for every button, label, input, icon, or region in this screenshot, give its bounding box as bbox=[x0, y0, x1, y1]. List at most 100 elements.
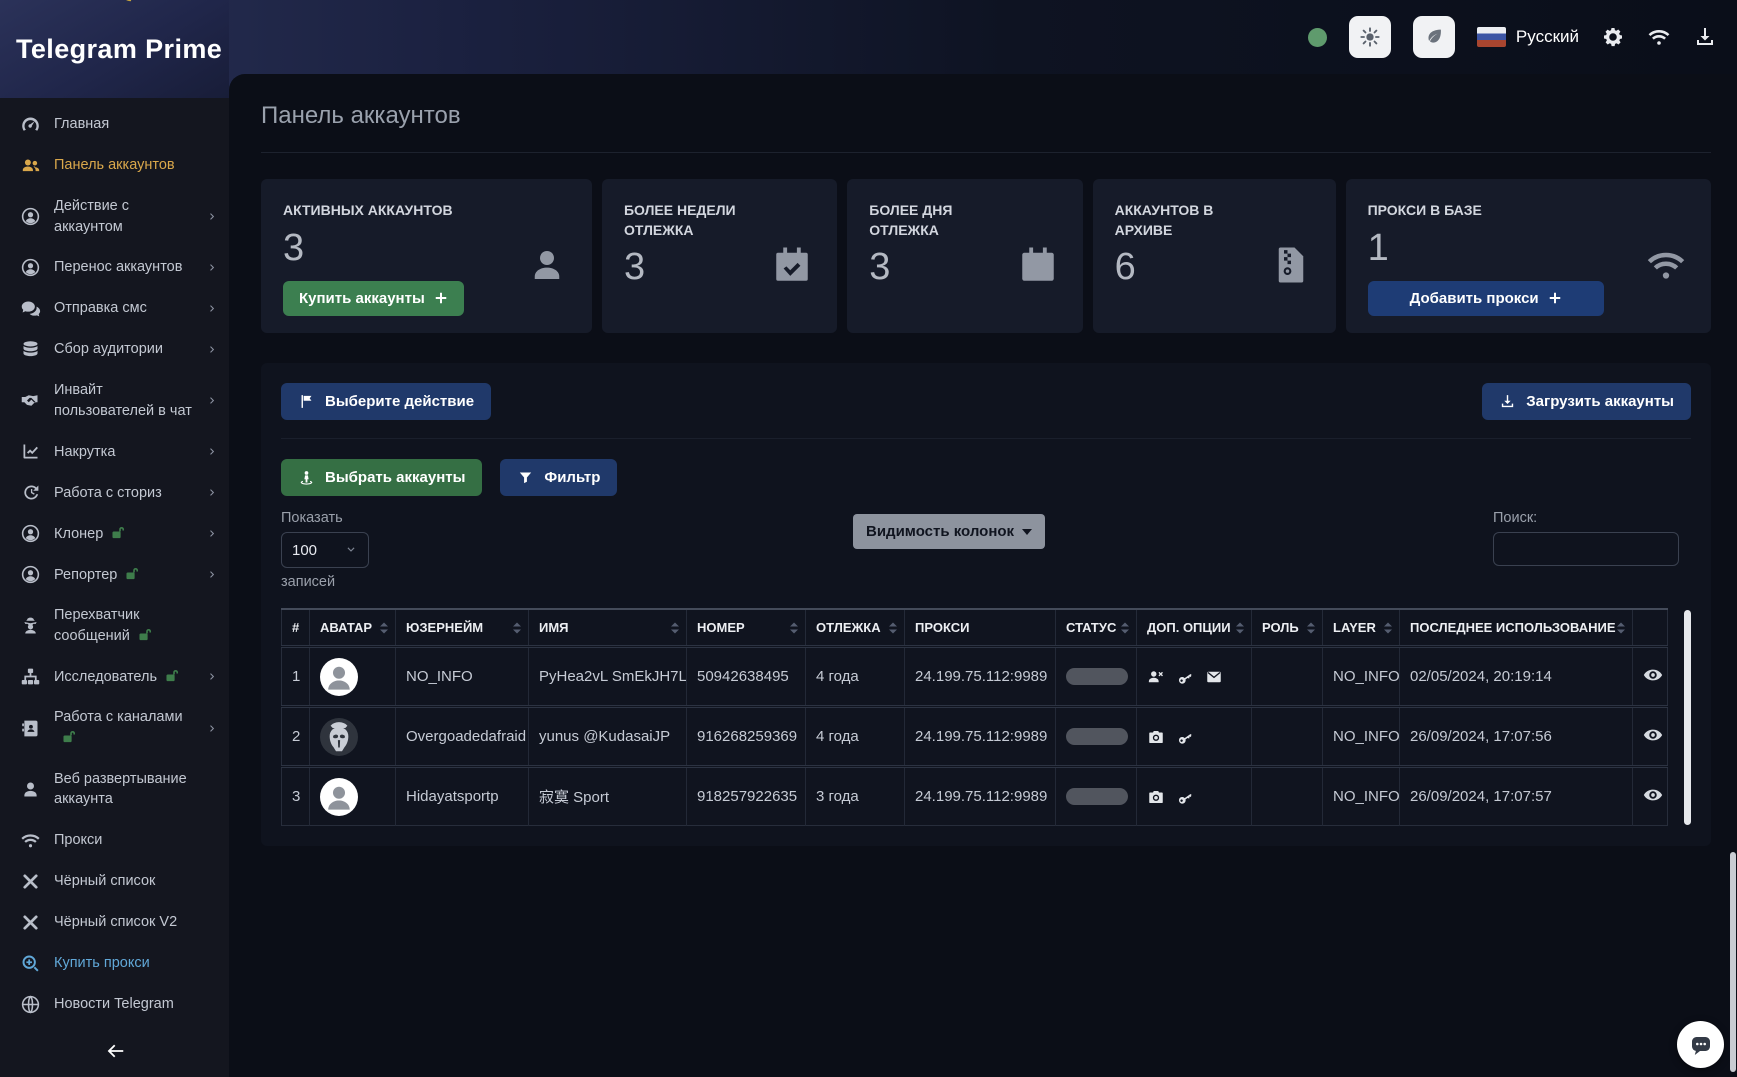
app-logo[interactable]: Telegram Prime bbox=[0, 0, 229, 98]
sidebar-item[interactable]: Инвайт пользователей в чат bbox=[0, 370, 229, 431]
caret-down-icon bbox=[1022, 529, 1032, 535]
sidebar-item[interactable]: Панель аккаунтов bbox=[0, 145, 229, 186]
unlock-icon bbox=[137, 626, 154, 643]
view-account-button[interactable] bbox=[1643, 785, 1663, 805]
user-x-icon[interactable] bbox=[1147, 668, 1165, 686]
key-icon[interactable] bbox=[1176, 788, 1194, 806]
key-icon[interactable] bbox=[1176, 668, 1194, 686]
language-selector[interactable]: Русский bbox=[1477, 27, 1579, 47]
sidebar-item[interactable]: Главная bbox=[0, 104, 229, 145]
status-pill bbox=[1066, 788, 1128, 805]
key-icon[interactable] bbox=[1176, 728, 1194, 746]
settings-gear-icon[interactable] bbox=[1601, 25, 1625, 49]
camera-icon[interactable] bbox=[1147, 728, 1165, 746]
add-proxy-button[interactable]: Добавить прокси bbox=[1368, 281, 1604, 316]
sidebar-item-label: Действие с аккаунтом bbox=[54, 196, 193, 237]
sidebar-item[interactable]: Отправка смс bbox=[0, 288, 229, 329]
status-pill bbox=[1066, 728, 1128, 745]
chevron-right-icon bbox=[206, 261, 219, 274]
page-size-select[interactable]: 100 bbox=[281, 532, 369, 568]
column-header[interactable]: НОМЕР bbox=[687, 609, 806, 647]
calendar-icon bbox=[1017, 244, 1059, 286]
wifi-icon bbox=[20, 830, 41, 851]
unlock-icon bbox=[164, 667, 181, 684]
sidebar-item[interactable]: Перенос аккаунтов bbox=[0, 247, 229, 288]
sort-carets-icon bbox=[889, 622, 897, 633]
sidebar-item[interactable]: Прокси bbox=[0, 820, 229, 861]
file-archive-icon bbox=[1270, 244, 1312, 286]
sidebar-item[interactable]: Чёрный список V2 bbox=[0, 902, 229, 943]
brand-leaf-icon bbox=[96, 0, 144, 12]
column-header[interactable]: ЮЗЕРНЕЙМ bbox=[396, 609, 529, 647]
column-header[interactable]: LAYER bbox=[1323, 609, 1400, 647]
sidebar-item[interactable]: Действие с аккаунтом bbox=[0, 186, 229, 247]
column-header[interactable]: РОЛЬ bbox=[1252, 609, 1323, 647]
sidebar-item-label: Чёрный список V2 bbox=[54, 912, 219, 933]
column-header[interactable]: АВАТАР bbox=[310, 609, 396, 647]
view-account-button[interactable] bbox=[1643, 725, 1663, 745]
user-secret-icon bbox=[20, 615, 41, 636]
stat-card: БОЛЕЕ НЕДЕЛИ ОТЛЕЖКА3 bbox=[602, 179, 837, 333]
table-row: 3Hidayatsportp寂寞 Sport9182579226353 года… bbox=[282, 767, 1668, 826]
unlock-icon bbox=[61, 728, 78, 745]
download-tray-icon bbox=[1499, 393, 1516, 410]
table-row: 1NO_INFOPyHea2vL SmEkJH7L509426384954 го… bbox=[282, 647, 1668, 707]
column-header[interactable]: ИМЯ bbox=[529, 609, 687, 647]
sidebar-item[interactable]: Накрутка bbox=[0, 431, 229, 472]
flag-icon bbox=[298, 393, 315, 410]
sidebar-item[interactable]: Перехватчик сообщений bbox=[0, 595, 229, 656]
column-header[interactable]: ПОСЛЕДНЕЕ ИСПОЛЬЗОВАНИЕ bbox=[1400, 609, 1633, 647]
column-header[interactable]: СТАТУС bbox=[1056, 609, 1137, 647]
download-icon[interactable] bbox=[1693, 25, 1717, 49]
upload-accounts-button[interactable]: Загрузить аккаунты bbox=[1482, 383, 1691, 420]
buy-accounts-button[interactable]: Купить аккаунты bbox=[283, 281, 464, 316]
column-header[interactable]: ДОП. ОПЦИИ bbox=[1137, 609, 1252, 647]
card-button-label: Добавить прокси bbox=[1410, 290, 1539, 307]
filter-button[interactable]: Фильтр bbox=[500, 459, 617, 496]
cell-avatar bbox=[310, 647, 396, 707]
column-header[interactable]: ОТЛЕЖКА bbox=[806, 609, 905, 647]
page-scrollbar-thumb[interactable] bbox=[1730, 852, 1736, 1072]
view-account-button[interactable] bbox=[1643, 665, 1663, 685]
sidebar-item[interactable]: Работа с каналами bbox=[0, 697, 229, 758]
proxy-wifi-icon[interactable] bbox=[1647, 25, 1671, 49]
light-theme-button[interactable] bbox=[1349, 16, 1391, 58]
sidebar-item[interactable]: Новости Telegram bbox=[0, 984, 229, 1025]
sidebar-item[interactable]: Исследователь bbox=[0, 656, 229, 697]
search-input[interactable] bbox=[1493, 532, 1679, 566]
sidebar-item-label: Клонер bbox=[54, 524, 193, 545]
cell-options bbox=[1137, 767, 1252, 826]
sidebar-item[interactable]: Сбор аудитории bbox=[0, 329, 229, 370]
sidebar-item[interactable]: Клонер bbox=[0, 513, 229, 554]
user-icon bbox=[526, 244, 568, 286]
main-content: Панель аккаунтов АКТИВНЫХ АККАУНТОВ3Купи… bbox=[229, 74, 1737, 1077]
chevron-right-icon bbox=[206, 568, 219, 581]
sidebar-item[interactable]: Чёрный список bbox=[0, 861, 229, 902]
sidebar-item[interactable]: Репортер bbox=[0, 554, 229, 595]
comments-icon bbox=[20, 298, 41, 319]
sidebar-item[interactable]: Веб развертывание аккаунта bbox=[0, 759, 229, 820]
options-icons bbox=[1147, 668, 1241, 686]
address-book-icon bbox=[20, 718, 41, 739]
camera-icon[interactable] bbox=[1147, 788, 1165, 806]
sidebar-item-label: Новости Telegram bbox=[54, 994, 219, 1015]
select-action-button[interactable]: Выберите действие bbox=[281, 383, 491, 420]
support-chat-button[interactable] bbox=[1677, 1021, 1724, 1068]
cell-avatar bbox=[310, 767, 396, 826]
sidebar-item[interactable]: Купить прокси bbox=[0, 943, 229, 984]
choose-accounts-button[interactable]: Выбрать аккаунты bbox=[281, 459, 482, 496]
table-body: 1NO_INFOPyHea2vL SmEkJH7L509426384954 го… bbox=[282, 647, 1668, 826]
cell-username: Overgoadedafraid bbox=[396, 707, 529, 767]
eco-theme-button[interactable] bbox=[1413, 16, 1455, 58]
database-icon bbox=[20, 339, 41, 360]
cell-proxy: 24.199.75.112:9989 bbox=[905, 647, 1056, 707]
page-size-value: 100 bbox=[292, 542, 317, 559]
leaf-icon bbox=[1423, 26, 1445, 48]
cell-role bbox=[1252, 647, 1323, 707]
column-visibility-button[interactable]: Видимость колонок bbox=[853, 514, 1045, 549]
sidebar-item[interactable]: Работа с сториз bbox=[0, 472, 229, 513]
sidebar-collapse-button[interactable] bbox=[0, 1025, 229, 1077]
table-scrollbar[interactable] bbox=[1684, 610, 1691, 825]
envelope-icon[interactable] bbox=[1205, 668, 1223, 686]
chart-line-icon bbox=[20, 441, 41, 462]
